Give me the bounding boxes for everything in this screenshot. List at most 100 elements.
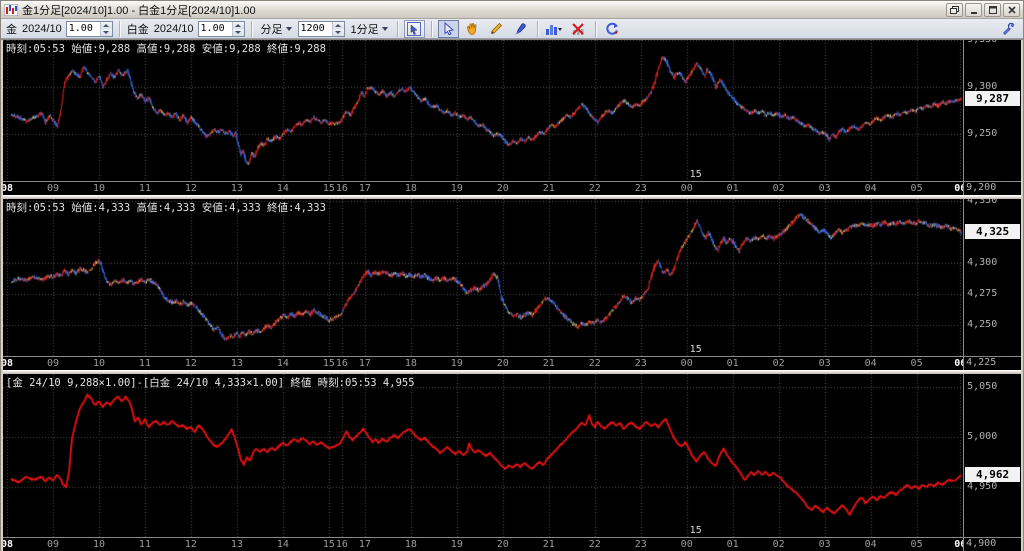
minimize-button[interactable]: [965, 3, 982, 17]
pencil-draw-button[interactable]: [486, 20, 507, 38]
time-tick-label: 22: [589, 183, 601, 194]
platinum-multiplier-input[interactable]: [199, 22, 232, 36]
platinum-price-axis: 4,3504,3004,2754,2504,325: [963, 199, 1021, 356]
time-tick-label: 20: [497, 539, 509, 550]
bar-count-spinner: [298, 21, 345, 37]
bar-count-spin-arrows[interactable]: [332, 22, 344, 36]
time-tick-label: 14: [277, 183, 289, 194]
time-tick-label: 08: [3, 539, 13, 550]
platinum-chart-plot[interactable]: 時刻:05:53 始値:4,333 高値:4,333 安値:4,333 終値:4…: [3, 199, 963, 356]
float-window-icon: [950, 6, 959, 14]
time-tick-label: 18: [405, 183, 417, 194]
time-tick-label: 05: [911, 358, 923, 369]
time-tick-label: 23: [635, 358, 647, 369]
price-tick-label: 9,250: [967, 128, 997, 139]
window-title: 金1分足[2024/10]1.00 - 白金1分足[2024/10]1.00: [22, 2, 256, 18]
platinum-chart-header: 時刻:05:53 始値:4,333 高値:4,333 安値:4,333 終値:4…: [6, 200, 326, 215]
window-buttons: [946, 3, 1020, 17]
time-tick-label: 04: [865, 539, 877, 550]
time-tick-label: 04: [865, 358, 877, 369]
time-tick-label: 08: [3, 183, 13, 194]
time-tick-label: 17: [359, 358, 371, 369]
toolbar-separator: [595, 21, 596, 37]
hand-pan-icon: [465, 22, 479, 36]
price-tick-label: 5,000: [967, 431, 997, 442]
gold-bottom-tick: 9,200: [963, 182, 1021, 195]
time-tick-label: 17: [359, 183, 371, 194]
time-tick-label: 13: [231, 358, 243, 369]
spread-chart-plot[interactable]: [金 24/10 9,288×1.00]-[白金 24/10 4,333×1.0…: [3, 374, 963, 537]
time-tick-label: 11: [139, 183, 151, 194]
price-tick-label: 9,350: [967, 40, 997, 45]
price-tick-label: 4,300: [967, 257, 997, 268]
toolbar-separator: [431, 21, 432, 37]
float-window-button[interactable]: [946, 3, 963, 17]
current-price-box: 4,325: [965, 224, 1020, 239]
toolbar-separator: [119, 21, 120, 37]
settings-wrench-button[interactable]: [998, 20, 1019, 38]
platinum-label: 白金: [126, 21, 150, 37]
time-tick-label: 19: [451, 183, 463, 194]
time-tick-label: 23: [635, 183, 647, 194]
chart-pointer-tool-button[interactable]: [404, 20, 425, 38]
date-marker: 15: [690, 344, 702, 355]
time-tick-label: 08: [3, 358, 13, 369]
marker-draw-button[interactable]: [510, 20, 531, 38]
current-price-box: 4,962: [965, 467, 1020, 482]
time-tick-label: 06: [954, 539, 963, 550]
gold-multiplier-spin-arrows[interactable]: [100, 22, 112, 36]
gold-contract-month: 2024/10: [21, 23, 63, 35]
bar-type-dropdown[interactable]: 分足: [258, 20, 295, 38]
close-button[interactable]: [1003, 3, 1020, 17]
select-cursor-button[interactable]: [438, 20, 459, 38]
time-tick-label: 19: [451, 539, 463, 550]
time-tick-label: 20: [497, 358, 509, 369]
minimize-icon: [970, 6, 978, 14]
time-tick-label: 15: [323, 539, 335, 550]
time-tick-label: 01: [727, 358, 739, 369]
gold-chart-panel: 時刻:05:53 始値:9,288 高値:9,288 安値:9,288 終値:9…: [3, 40, 1021, 195]
time-tick-label: 15: [323, 183, 335, 194]
marker-icon: [513, 22, 527, 36]
bar-chart-menu-button[interactable]: [544, 20, 565, 38]
time-tick-label: 12: [185, 358, 197, 369]
gold-chart-plot[interactable]: 時刻:05:53 始値:9,288 高値:9,288 安値:9,288 終値:9…: [3, 40, 963, 181]
delete-indicator-button[interactable]: [568, 20, 589, 38]
hand-pan-button[interactable]: [462, 20, 483, 38]
chart-canvas-2[interactable]: [3, 374, 963, 537]
time-tick-label: 00: [681, 183, 693, 194]
time-tick-label: 05: [911, 539, 923, 550]
time-tick-label: 21: [543, 539, 555, 550]
time-tick-label: 18: [405, 539, 417, 550]
chart-canvas-1[interactable]: [3, 199, 963, 356]
time-tick-label: 02: [773, 539, 785, 550]
chart-area: 時刻:05:53 始値:9,288 高値:9,288 安値:9,288 終値:9…: [1, 39, 1023, 551]
chart-canvas-0[interactable]: [3, 40, 963, 181]
bar-count-input[interactable]: [299, 22, 332, 36]
spread-time-axis: 0809101112131415161718192021222300010203…: [3, 537, 1021, 551]
refresh-button[interactable]: [602, 20, 623, 38]
price-tick-label: 4,350: [967, 199, 997, 206]
gold-price-axis: 9,3509,3009,2509,287: [963, 40, 1021, 181]
current-price-box: 9,287: [965, 91, 1020, 106]
refresh-icon: [605, 22, 619, 36]
time-tick-label: 03: [819, 183, 831, 194]
time-tick-label: 11: [139, 358, 151, 369]
gold-time-labels: 0809101112131415161718192021222300010203…: [3, 182, 963, 195]
maximize-icon: [989, 6, 997, 14]
gold-multiplier-spinner: [66, 21, 113, 37]
chevron-down-icon: [286, 27, 292, 31]
time-tick-label: 02: [773, 358, 785, 369]
time-tick-label: 10: [93, 539, 105, 550]
gold-chart-header: 時刻:05:53 始値:9,288 高値:9,288 安値:9,288 終値:9…: [6, 41, 326, 56]
maximize-button[interactable]: [984, 3, 1001, 17]
price-tick-label: 4,275: [967, 288, 997, 299]
platinum-contract-month: 2024/10: [153, 23, 195, 35]
time-tick-label: 14: [277, 539, 289, 550]
platinum-multiplier-spin-arrows[interactable]: [232, 22, 244, 36]
interval-dropdown[interactable]: 1分足: [348, 20, 391, 38]
toolbar: 金 2024/10 白金 2024/10 分足 1分足: [1, 19, 1023, 39]
gold-multiplier-input[interactable]: [67, 22, 100, 36]
gold-time-axis: 0809101112131415161718192021222300010203…: [3, 181, 1021, 195]
time-tick-label: 13: [231, 183, 243, 194]
